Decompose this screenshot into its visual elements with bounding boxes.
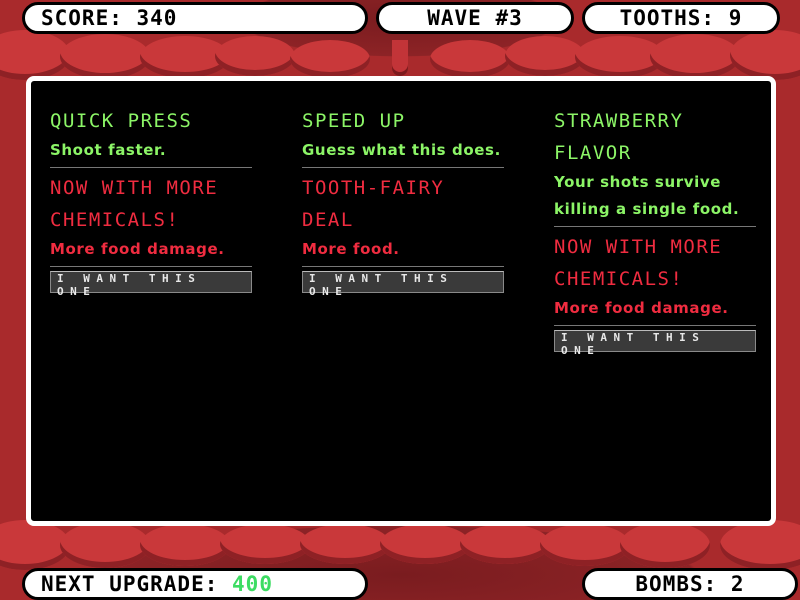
wave-display: WAVE #3 xyxy=(376,2,574,34)
tooth xyxy=(505,36,585,76)
score-display: SCORE: 340 xyxy=(22,2,368,34)
bombs-label: BOMBS: xyxy=(635,572,718,596)
upgrade-title: NOW WITH MORE CHEMICALS! xyxy=(554,236,723,290)
tooth xyxy=(220,524,310,564)
upgrade-title: QUICK PRESS xyxy=(50,110,193,132)
bad-upgrade: NOW WITH MORE CHEMICALS! More food damag… xyxy=(554,231,756,326)
next-upgrade-value: 400 xyxy=(232,572,273,596)
tooths-value: 9 xyxy=(728,6,743,30)
tooth xyxy=(60,34,150,79)
tooth xyxy=(380,524,470,564)
upgrade-description: Shoot faster. xyxy=(50,141,167,159)
upgrade-description: Guess what this does. xyxy=(302,141,501,159)
good-upgrade: STRAWBERRY FLAVOR Your shots survive kil… xyxy=(554,105,756,227)
uvula xyxy=(392,40,408,76)
upgrade-choice-1: QUICK PRESS Shoot faster. NOW WITH MORE … xyxy=(50,105,252,298)
bad-upgrade: NOW WITH MORE CHEMICALS! More food damag… xyxy=(50,172,252,267)
score-value: 340 xyxy=(136,6,178,30)
tooth xyxy=(460,524,550,564)
choose-upgrade-2-button[interactable]: I WANT THIS ONE xyxy=(302,271,504,298)
tooth xyxy=(215,36,295,76)
next-upgrade-display: NEXT UPGRADE: 400 xyxy=(22,568,368,600)
tooth xyxy=(290,40,370,78)
bombs-display: BOMBS: 2 xyxy=(582,568,798,600)
choose-upgrade-3-button[interactable]: I WANT THIS ONE xyxy=(554,330,756,357)
upgrade-title: NOW WITH MORE CHEMICALS! xyxy=(50,177,219,231)
tooth xyxy=(300,524,390,564)
bombs-value: 2 xyxy=(730,572,745,596)
tooths-label: TOOTHS: xyxy=(619,6,716,30)
tooths-display: TOOTHS: 9 xyxy=(582,2,780,34)
upgrade-choice-2: SPEED UP Guess what this does. TOOTH-FAI… xyxy=(302,105,504,298)
tooth xyxy=(650,34,740,79)
upgrade-title: SPEED UP xyxy=(302,110,406,132)
tooth xyxy=(620,522,710,568)
upgrade-description: More food damage. xyxy=(554,299,729,317)
next-upgrade-label: NEXT UPGRADE: xyxy=(41,572,219,596)
wave-label: WAVE #3 xyxy=(427,6,523,30)
tooth xyxy=(720,520,800,570)
good-upgrade: QUICK PRESS Shoot faster. xyxy=(50,105,252,168)
tooth xyxy=(730,30,800,80)
good-upgrade: SPEED UP Guess what this does. xyxy=(302,105,504,168)
upgrade-description: Your shots survive killing a single food… xyxy=(554,173,740,218)
upgrade-title: STRAWBERRY FLAVOR xyxy=(554,110,684,164)
upgrade-description: More food damage. xyxy=(50,240,225,258)
upgrade-description: More food. xyxy=(302,240,400,258)
bad-upgrade: TOOTH-FAIRY DEAL More food. xyxy=(302,172,504,267)
tooth xyxy=(540,524,630,566)
tooth xyxy=(430,40,510,78)
choose-upgrade-1-button[interactable]: I WANT THIS ONE xyxy=(50,271,252,298)
upgrade-choice-panel: QUICK PRESS Shoot faster. NOW WITH MORE … xyxy=(26,76,776,526)
score-label: SCORE: xyxy=(41,6,123,30)
upgrade-title: TOOTH-FAIRY DEAL xyxy=(302,177,445,231)
upgrade-choice-3: STRAWBERRY FLAVOR Your shots survive kil… xyxy=(554,105,756,357)
tooth xyxy=(60,522,150,568)
tooth xyxy=(140,524,230,566)
